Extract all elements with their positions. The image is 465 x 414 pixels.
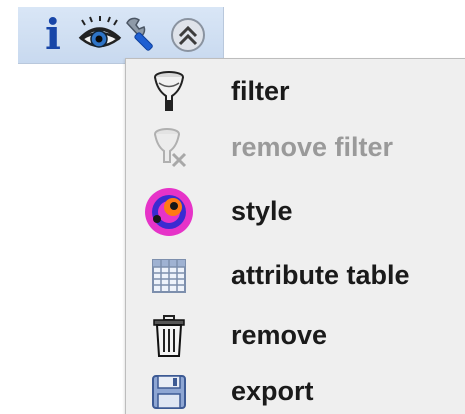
eye-icon[interactable]: [74, 15, 124, 55]
layer-panel: i filter remove filter style attribute t…: [0, 0, 465, 414]
layer-toolbar: i: [18, 7, 224, 64]
menu-item-remove[interactable]: remove: [126, 307, 465, 363]
save-disk-icon: [144, 367, 194, 414]
menu-item-label: attribute table: [231, 260, 410, 290]
collapse-up-icon[interactable]: [168, 15, 208, 55]
menu-item-label: remove: [231, 320, 328, 350]
style-palette-icon: [144, 187, 194, 237]
funnel-icon: [144, 67, 194, 117]
menu-item-label: export: [231, 376, 314, 406]
wrench-icon[interactable]: [123, 15, 163, 55]
table-icon: [144, 251, 194, 301]
info-icon[interactable]: i: [40, 14, 66, 56]
remove-filter-icon: [144, 123, 194, 173]
menu-item-label: filter: [231, 76, 290, 106]
menu-item-label: style: [231, 196, 293, 226]
menu-item-export[interactable]: export: [126, 363, 465, 414]
menu-item-attribute-table[interactable]: attribute table: [126, 247, 465, 303]
menu-item-label: remove filter: [231, 132, 394, 162]
menu-item-style[interactable]: style: [126, 183, 465, 239]
trash-icon: [144, 311, 194, 361]
menu-item-filter[interactable]: filter: [126, 63, 465, 119]
menu-item-remove-filter[interactable]: remove filter: [126, 119, 465, 175]
layer-context-menu: filter remove filter style attribute tab…: [125, 58, 465, 414]
